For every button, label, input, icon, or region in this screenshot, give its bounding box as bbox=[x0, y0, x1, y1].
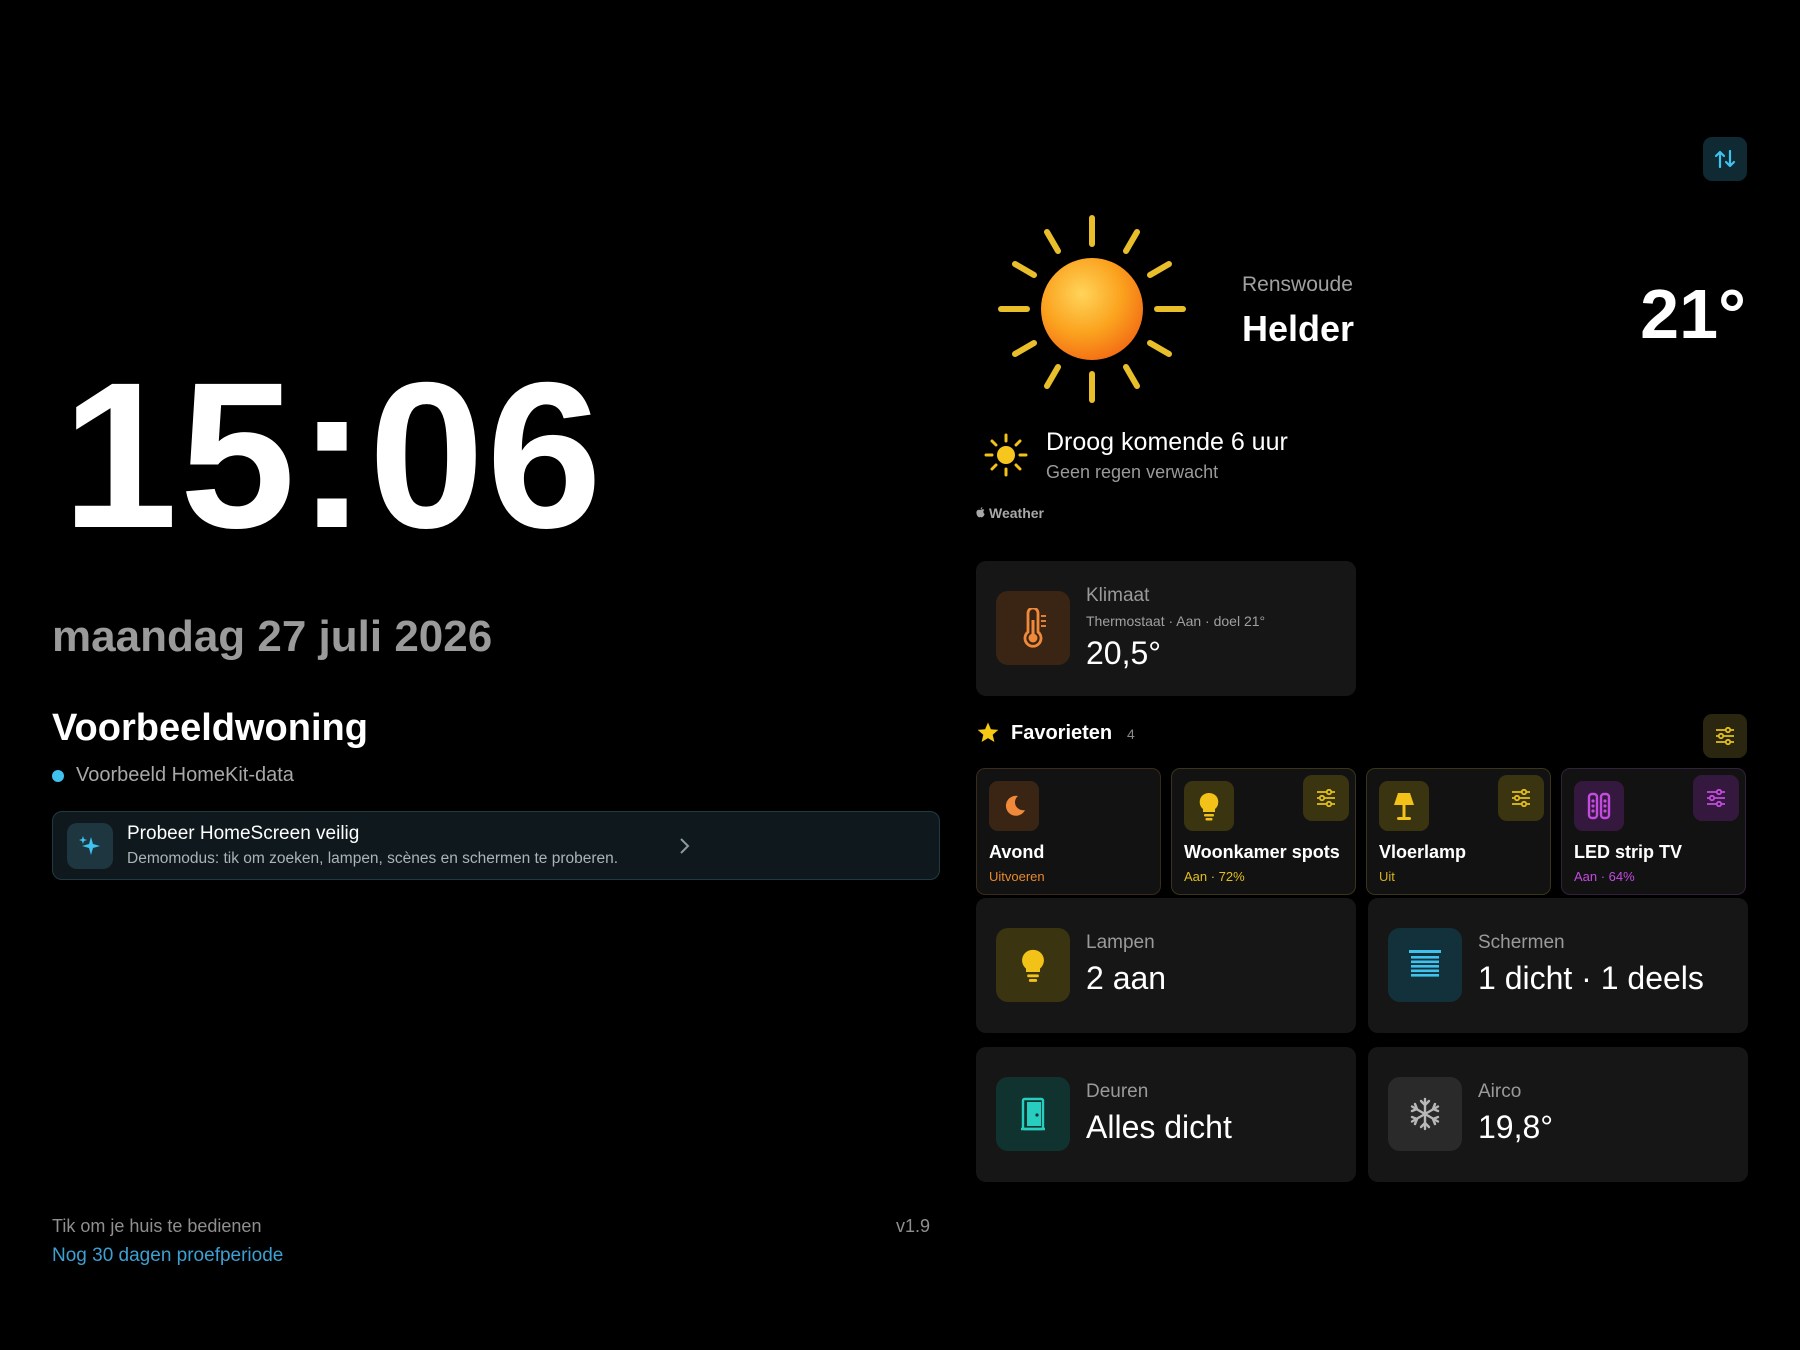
doors-label: Deuren bbox=[1086, 1081, 1149, 1102]
sliders-icon bbox=[1512, 789, 1530, 807]
footer-hint: Tik om je huis te bedienen bbox=[52, 1216, 262, 1236]
chevron-right-icon bbox=[665, 837, 705, 855]
favorite-state: Uitvoeren bbox=[989, 869, 1045, 884]
door-icon bbox=[996, 1077, 1070, 1151]
lights-summary-card[interactable]: Lampen 2 aan bbox=[976, 898, 1356, 1033]
tile-settings-button[interactable] bbox=[1303, 775, 1349, 821]
moon-icon bbox=[989, 781, 1039, 831]
demo-banner-description: Demomodus: tik om zoeken, lampen, scènes… bbox=[127, 850, 619, 867]
home-name[interactable]: Voorbeeldwoning bbox=[52, 707, 368, 750]
favorite-name: Vloerlamp bbox=[1379, 842, 1467, 862]
favorites-count: 4 bbox=[1127, 726, 1135, 742]
clock-time: 15:06 bbox=[62, 340, 604, 572]
aircon-label: Airco bbox=[1478, 1081, 1522, 1102]
floor-lamp-icon bbox=[1379, 781, 1429, 831]
favorite-name: Woonkamer spots bbox=[1184, 842, 1340, 862]
lights-value: 2 aan bbox=[1086, 960, 1167, 996]
favorite-state: Uit bbox=[1379, 869, 1395, 884]
blinds-label: Schermen bbox=[1478, 932, 1565, 953]
climate-label: Klimaat bbox=[1086, 585, 1150, 606]
sliders-icon bbox=[1716, 727, 1734, 745]
favorite-tile-avond[interactable]: Avond Uitvoeren bbox=[976, 768, 1161, 895]
favorites-settings-button[interactable] bbox=[1703, 714, 1747, 758]
favorite-name: Avond bbox=[989, 842, 1045, 862]
weather-source-label: Weather bbox=[989, 505, 1044, 521]
weather-location: Renswoude bbox=[1242, 273, 1353, 296]
demo-mode-banner[interactable]: Probeer HomeScreen veilig Demomodus: tik… bbox=[52, 811, 940, 880]
lights-label: Lampen bbox=[1086, 932, 1155, 953]
favorites-title: Favorieten bbox=[1011, 722, 1113, 744]
home-source: Voorbeeld HomeKit-data bbox=[52, 764, 294, 787]
reorder-button[interactable] bbox=[1703, 137, 1747, 181]
sliders-icon bbox=[1707, 789, 1725, 807]
favorite-tile-led-strip-tv[interactable]: LED strip TV Aan · 64% bbox=[1561, 768, 1746, 895]
blinds-summary-card[interactable]: Schermen 1 dicht · 1 deels bbox=[1368, 898, 1748, 1033]
doors-value: Alles dicht bbox=[1086, 1109, 1232, 1145]
favorite-state: Aan · 64% bbox=[1574, 869, 1635, 884]
sun-icon bbox=[995, 212, 1189, 406]
demo-banner-title: Probeer HomeScreen veilig bbox=[127, 823, 360, 844]
trial-link[interactable]: Nog 30 dagen proefperiode bbox=[52, 1245, 283, 1267]
tile-settings-button[interactable] bbox=[1693, 775, 1739, 821]
aircon-value: 19,8° bbox=[1478, 1109, 1554, 1145]
lightbulb-icon bbox=[996, 928, 1070, 1002]
weather-attribution[interactable]: Weather bbox=[976, 505, 1044, 521]
tile-settings-button[interactable] bbox=[1498, 775, 1544, 821]
forecast-subtitle: Geen regen verwacht bbox=[1046, 462, 1219, 482]
apple-logo-icon bbox=[976, 505, 985, 521]
weather-temperature: 21° bbox=[1640, 275, 1746, 353]
app-version: v1.9 bbox=[896, 1216, 931, 1236]
climate-detail: Thermostaat · Aan · doel 21° bbox=[1086, 613, 1266, 629]
climate-card[interactable]: Klimaat Thermostaat · Aan · doel 21° 20,… bbox=[976, 561, 1356, 696]
star-icon bbox=[976, 721, 1000, 745]
sparkles-icon bbox=[67, 822, 113, 869]
sun-small-icon bbox=[983, 432, 1029, 478]
favorite-tile-vloerlamp[interactable]: Vloerlamp Uit bbox=[1366, 768, 1551, 895]
favorite-name: LED strip TV bbox=[1574, 842, 1683, 862]
doors-summary-card[interactable]: Deuren Alles dicht bbox=[976, 1047, 1356, 1182]
snowflake-icon bbox=[1388, 1077, 1462, 1151]
weather-condition: Helder bbox=[1242, 308, 1355, 349]
forecast-title: Droog komende 6 uur bbox=[1046, 428, 1288, 456]
aircon-summary-card[interactable]: Airco 19,8° bbox=[1368, 1047, 1748, 1182]
status-dot bbox=[52, 769, 64, 782]
blinds-value: 1 dicht · 1 deels bbox=[1478, 960, 1704, 996]
blinds-icon bbox=[1388, 928, 1462, 1002]
led-strip-icon bbox=[1574, 781, 1624, 831]
favorite-tile-woonkamer-spots[interactable]: Woonkamer spots Aan · 72% bbox=[1171, 768, 1356, 895]
clock-date: maandag 27 juli 2026 bbox=[52, 612, 493, 661]
thermometer-icon bbox=[996, 591, 1070, 665]
lightbulb-icon bbox=[1184, 781, 1234, 831]
arrows-up-down-icon bbox=[1714, 149, 1736, 169]
home-source-label: Voorbeeld HomeKit-data bbox=[76, 764, 294, 786]
favorite-state: Aan · 72% bbox=[1184, 869, 1245, 884]
sliders-icon bbox=[1317, 789, 1335, 807]
climate-value: 20,5° bbox=[1086, 635, 1162, 671]
